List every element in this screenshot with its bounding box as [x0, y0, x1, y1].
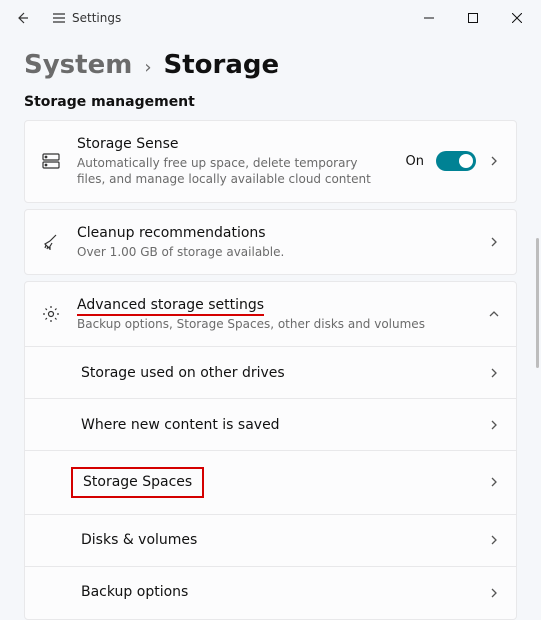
cleanup-subtitle: Over 1.00 GB of storage available.	[77, 244, 472, 260]
advanced-title: Advanced storage settings	[77, 296, 472, 314]
minimize-button[interactable]	[407, 2, 451, 34]
chevron-right-icon	[488, 236, 500, 248]
scrollbar-thumb[interactable]	[536, 238, 539, 368]
page-content: System › Storage Storage management Stor…	[0, 36, 541, 620]
storage-sense-title: Storage Sense	[77, 135, 390, 153]
drive-icon	[42, 152, 60, 170]
sub-storage-used-other-drives[interactable]: Storage used on other drives	[25, 347, 516, 399]
chevron-right-icon	[488, 155, 500, 167]
chevron-up-icon	[488, 308, 500, 320]
chevron-right-icon: ›	[144, 57, 151, 78]
gear-icon	[42, 305, 60, 323]
storage-sense-icon	[41, 152, 61, 170]
advanced-icon	[41, 305, 61, 323]
maximize-button[interactable]	[451, 2, 495, 34]
chevron-right-icon	[488, 534, 500, 546]
nav-menu-button[interactable]	[42, 0, 76, 36]
breadcrumb: System › Storage	[24, 50, 517, 80]
cleanup-title: Cleanup recommendations	[77, 224, 472, 242]
close-button[interactable]	[495, 2, 539, 34]
breadcrumb-parent[interactable]: System	[24, 50, 132, 80]
chevron-right-icon	[488, 587, 500, 599]
maximize-icon	[468, 13, 478, 23]
advanced-subtitle: Backup options, Storage Spaces, other di…	[77, 316, 472, 332]
advanced-items: Storage used on other drives Where new c…	[25, 346, 516, 618]
titlebar: Settings	[0, 0, 541, 36]
cleanup-row[interactable]: Cleanup recommendations Over 1.00 GB of …	[24, 209, 517, 275]
titlebar-left: Settings	[2, 0, 121, 36]
app-title: Settings	[72, 11, 121, 25]
arrow-left-icon	[14, 10, 30, 26]
close-icon	[512, 13, 522, 23]
broom-icon	[42, 233, 60, 251]
sub-storage-spaces[interactable]: Storage Spaces	[25, 451, 516, 514]
chevron-right-icon	[488, 419, 500, 431]
chevron-right-icon	[488, 367, 500, 379]
section-label: Storage management	[24, 94, 517, 110]
storage-sense-subtitle: Automatically free up space, delete temp…	[77, 155, 390, 187]
sub-backup-options[interactable]: Backup options	[25, 567, 516, 619]
storage-sense-row[interactable]: Storage Sense Automatically free up spac…	[24, 120, 517, 203]
storage-sense-toggle[interactable]	[436, 151, 476, 171]
chevron-right-icon	[488, 476, 500, 488]
toggle-state-label: On	[406, 154, 424, 169]
breadcrumb-current: Storage	[164, 50, 280, 80]
cleanup-icon	[41, 233, 61, 251]
sub-where-new-content-saved[interactable]: Where new content is saved	[25, 399, 516, 451]
advanced-storage-expander: Advanced storage settings Backup options…	[24, 281, 517, 620]
hamburger-icon	[51, 10, 67, 26]
advanced-storage-header[interactable]: Advanced storage settings Backup options…	[25, 282, 516, 346]
back-button[interactable]	[2, 0, 42, 36]
sub-disks-volumes[interactable]: Disks & volumes	[25, 515, 516, 567]
minimize-icon	[424, 13, 434, 23]
